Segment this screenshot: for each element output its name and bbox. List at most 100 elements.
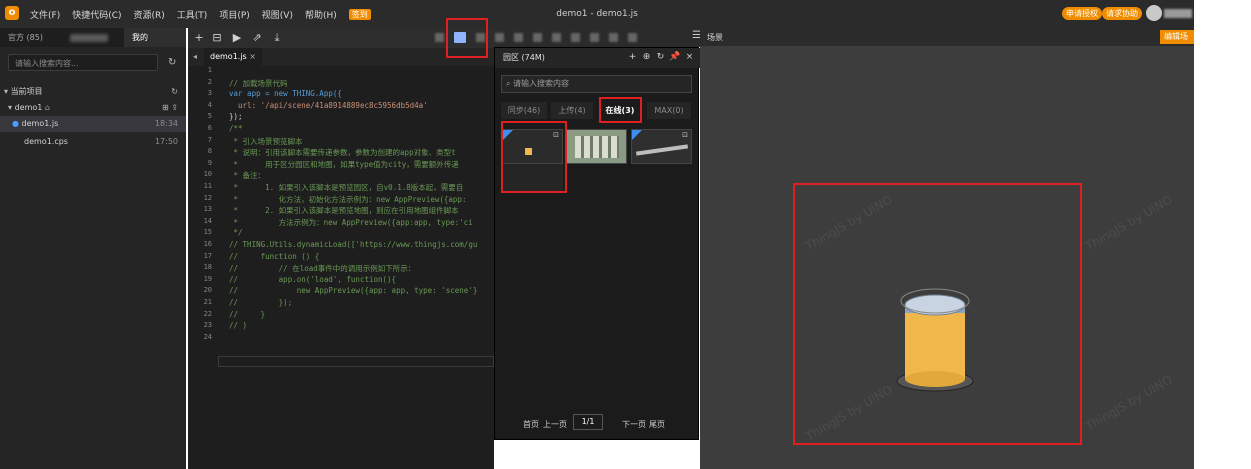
apply-license-button[interactable]: 申请授权 bbox=[1062, 7, 1102, 20]
code-line[interactable]: * 方法示例为：new AppPreview({app:app, type:'c… bbox=[229, 217, 473, 228]
search-input[interactable]: 请输入搜索内容... bbox=[8, 54, 158, 71]
tab-official[interactable]: 官方 (85) bbox=[0, 28, 70, 47]
scene-thumbnail-park[interactable] bbox=[566, 129, 627, 164]
file-row-demo1-cps[interactable]: demo1.cps 17:50 bbox=[0, 134, 186, 150]
scene-thumbnail-strip[interactable]: ⊡ bbox=[631, 129, 692, 164]
list-icon[interactable]: ☰ bbox=[692, 30, 701, 41]
pager-prev[interactable]: 上一页 bbox=[543, 419, 567, 430]
share-icon[interactable]: ⇗ bbox=[250, 31, 264, 45]
blurred-tool bbox=[552, 33, 561, 42]
line-number: 16 bbox=[203, 240, 212, 248]
code-line[interactable]: // new AppPreview({app: app, type: 'scen… bbox=[229, 286, 477, 295]
refresh-project-icon[interactable]: ↻ bbox=[171, 84, 178, 100]
code-line[interactable]: // // 在load事件中的调用示例如下所示： bbox=[229, 263, 415, 274]
close-icon[interactable]: × bbox=[684, 52, 695, 63]
project-name: demo1 bbox=[14, 103, 43, 112]
project-row[interactable]: ▾ demo1 ⌂ ⊞ ⇪ bbox=[0, 100, 186, 116]
code-line[interactable]: */ bbox=[229, 228, 243, 237]
tab-max[interactable]: MAX(0) bbox=[647, 102, 691, 119]
code-line[interactable]: }); bbox=[229, 112, 243, 121]
tab-scroll-left-icon[interactable]: ◂ bbox=[193, 52, 197, 61]
code-line[interactable]: // THING.Utils.dynamicLoad(['https://www… bbox=[229, 240, 477, 249]
file-time: 18:34 bbox=[154, 119, 178, 128]
edit-scene-button[interactable]: 编辑场景 bbox=[1160, 30, 1194, 55]
blurred-tool bbox=[435, 33, 444, 42]
add-icon[interactable]: + bbox=[192, 31, 206, 45]
file-time: 17:50 bbox=[154, 137, 178, 146]
park-thumb bbox=[575, 136, 619, 158]
line-number: 3 bbox=[207, 89, 212, 98]
line-number: 7 bbox=[207, 135, 212, 144]
blurred-tool bbox=[495, 33, 504, 42]
line-number: 8 bbox=[207, 147, 212, 156]
blurred-tool bbox=[609, 33, 618, 42]
code-line[interactable]: url: '/api/scene/41a8914889ec8c5956db5d4… bbox=[229, 101, 428, 110]
file-row-demo1-js[interactable]: ● demo1.js 18:34 bbox=[0, 116, 186, 132]
refresh-icon[interactable]: ↻ bbox=[655, 52, 666, 63]
refresh-icon[interactable]: ↻ bbox=[168, 57, 176, 68]
code-line[interactable]: // }); bbox=[229, 298, 292, 307]
pager-last[interactable]: 尾页 bbox=[649, 419, 665, 430]
code-line[interactable]: * 1. 如果引入该脚本是预览园区，自v0.1.8版本起，需要自 bbox=[229, 182, 464, 193]
code-line[interactable]: // app.on('load', function(){ bbox=[229, 275, 396, 284]
highlight-box-thumbnail bbox=[501, 121, 567, 193]
line-number: 5 bbox=[207, 112, 212, 121]
search-icon: ⌕ bbox=[506, 79, 514, 88]
lock-icon: ⊡ bbox=[682, 131, 688, 139]
code-line[interactable]: * 引入场景预览脚本 bbox=[229, 136, 303, 147]
code-line[interactable]: * 说明：引用该脚本需要传递参数，参数为创建的app对象、类型t bbox=[229, 147, 456, 158]
file-name: demo1.js bbox=[21, 119, 59, 128]
highlight-box-resource-icon bbox=[446, 18, 488, 58]
run-icon[interactable]: ▶ bbox=[230, 31, 244, 45]
code-line[interactable]: * 用于区分园区和地图，如果type值为city，需要额外传递 bbox=[229, 159, 459, 170]
target-icon[interactable]: ⊕ bbox=[641, 52, 652, 63]
download-icon[interactable]: ⤓ bbox=[270, 31, 284, 45]
tab-sync[interactable]: 同步(46) bbox=[501, 102, 547, 119]
scene-resource-popup: 园区 (74M) + ⊕ ↻ 📌 × ⌕ 请输入搜索内容 同步(46) 上传(4… bbox=[494, 47, 700, 440]
save-icon[interactable]: ⊟ bbox=[210, 31, 224, 45]
close-icon[interactable]: × bbox=[249, 52, 256, 61]
section-current-project[interactable]: ▾ 当前项目 ↻ bbox=[0, 84, 186, 100]
pin-icon[interactable]: 📌 bbox=[669, 52, 680, 63]
tab-upload[interactable]: 上传(4) bbox=[551, 102, 593, 119]
section-title: 当前项目 bbox=[10, 87, 43, 96]
line-number: 13 bbox=[203, 205, 212, 214]
blurred-tool bbox=[628, 33, 637, 42]
username-blurred bbox=[1164, 9, 1192, 18]
code-line[interactable]: /** bbox=[229, 124, 243, 133]
line-number: 2 bbox=[207, 77, 212, 86]
line-number: 6 bbox=[207, 124, 212, 132]
avatar[interactable] bbox=[1146, 5, 1162, 21]
line-number: 21 bbox=[203, 298, 212, 306]
code-line[interactable]: // ) bbox=[229, 321, 247, 330]
blurred-tab bbox=[70, 34, 108, 42]
popup-title: 园区 (74M) bbox=[503, 53, 545, 62]
code-line[interactable]: * 2. 如果引入该脚本是预览地图，则应在引用地图组件脚本 bbox=[229, 205, 459, 216]
line-number: 19 bbox=[203, 274, 212, 283]
code-line[interactable]: * 备注： bbox=[229, 170, 266, 181]
code-line[interactable]: // function () { bbox=[229, 252, 319, 261]
request-help-button[interactable]: 请求协助 bbox=[1102, 7, 1142, 20]
line-number: 4 bbox=[207, 100, 212, 109]
online-corner-icon bbox=[632, 130, 642, 140]
pager-current-page[interactable]: 1/1 bbox=[573, 414, 603, 430]
pager-first[interactable]: 首页 bbox=[523, 419, 539, 430]
code-line[interactable]: var app = new THING.App({ bbox=[229, 89, 342, 98]
scene-header: ☰ 场景 编辑场景 bbox=[692, 28, 1194, 55]
code-line[interactable]: * 化方法，初始化方法示例为：new AppPreview({app: bbox=[229, 194, 467, 205]
popup-search-input[interactable]: ⌕ 请输入搜索内容 bbox=[501, 75, 692, 93]
line-number: 18 bbox=[203, 263, 212, 272]
tab-mine[interactable]: 我的 bbox=[124, 28, 186, 47]
tab-demo1-js[interactable]: demo1.js × bbox=[204, 48, 262, 66]
pager-next[interactable]: 下一页 bbox=[622, 419, 646, 430]
highlight-box-scene bbox=[793, 183, 1082, 445]
blurred-tool bbox=[514, 33, 523, 42]
code-line[interactable]: // } bbox=[229, 310, 265, 319]
file-name: demo1.cps bbox=[24, 137, 68, 146]
add-icon[interactable]: + bbox=[627, 52, 638, 63]
highlight-box-online-tab bbox=[599, 97, 642, 123]
line-number: 1 bbox=[207, 66, 212, 74]
new-upload-icons[interactable]: ⊞ ⇪ bbox=[162, 100, 178, 116]
code-line[interactable]: // 加载场景代码 bbox=[229, 78, 288, 89]
line-number: 17 bbox=[203, 251, 212, 260]
